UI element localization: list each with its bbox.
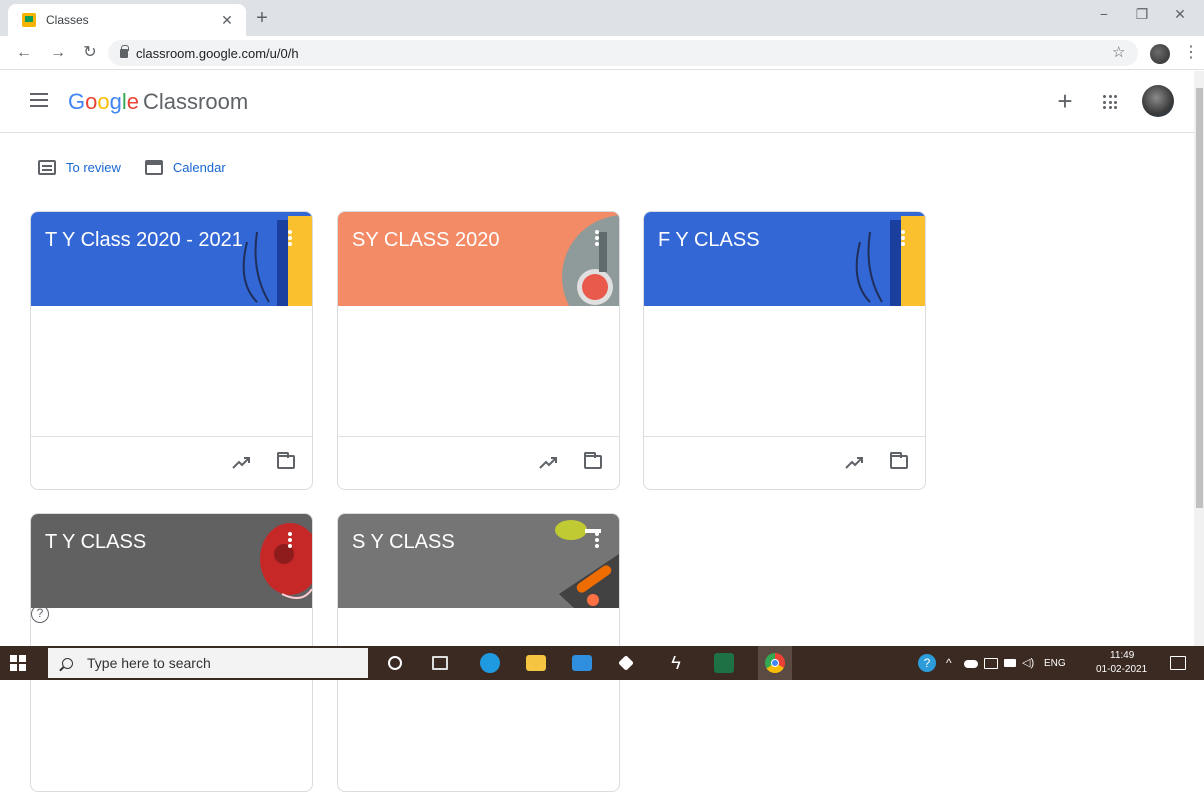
mail-icon[interactable] <box>572 655 592 671</box>
google-classroom-logo[interactable]: Google Classroom <box>68 88 248 116</box>
browser-tab[interactable]: Classes ✕ <box>8 4 246 36</box>
close-tab-icon[interactable]: ✕ <box>218 12 236 29</box>
clock-date[interactable]: 01-02-2021 <box>1096 664 1147 675</box>
class-options-icon[interactable] <box>288 532 292 548</box>
restore-window-button[interactable]: ❐ <box>1130 6 1154 23</box>
to-review-label: To review <box>66 160 121 175</box>
edge-browser-icon[interactable] <box>480 653 500 673</box>
class-card-header[interactable]: SY CLASS 2020 <box>338 212 619 306</box>
dropbox-icon[interactable] <box>618 655 634 671</box>
windows-start-icon[interactable] <box>10 655 26 671</box>
browser-toolbar: ← → ↻ classroom.google.com/u/0/h ☆ ⋮ <box>0 36 1204 70</box>
taskbar-search-placeholder: Type here to search <box>87 655 211 671</box>
logo-letter: G <box>68 89 86 114</box>
calendar-icon <box>144 160 163 175</box>
app-header: Google Classroom + <box>0 71 1204 133</box>
trending-up-icon[interactable] <box>844 453 864 473</box>
onedrive-cloud-icon[interactable] <box>964 660 978 668</box>
address-bar[interactable]: classroom.google.com/u/0/h <box>108 40 1138 66</box>
class-name[interactable]: SY CLASS 2020 <box>352 229 500 252</box>
account-avatar[interactable] <box>1142 85 1174 117</box>
class-card-footer <box>338 436 619 489</box>
main-menu-icon[interactable] <box>30 93 48 107</box>
folder-icon[interactable] <box>890 452 908 469</box>
help-icon[interactable]: ? <box>31 605 49 623</box>
network-icon[interactable] <box>984 658 998 669</box>
class-card-header[interactable]: T Y Class 2020 - 2021 <box>31 212 312 306</box>
browser-menu-icon[interactable]: ⋮ <box>1183 44 1199 62</box>
logo-letter: e <box>126 89 140 114</box>
new-tab-button[interactable]: + <box>252 8 272 28</box>
class-card[interactable]: SY CLASS 2020 <box>337 211 620 490</box>
task-view-icon[interactable] <box>432 656 448 670</box>
class-card[interactable]: T Y Class 2020 - 2021 <box>30 211 313 490</box>
product-name: Classroom <box>143 89 249 114</box>
volume-icon[interactable]: ◁) <box>1022 656 1034 669</box>
forward-arrow-icon[interactable]: → <box>48 43 68 63</box>
class-options-icon[interactable] <box>595 532 599 548</box>
lock-icon <box>120 44 129 58</box>
class-name[interactable]: S Y CLASS <box>352 531 455 554</box>
clock-time[interactable]: 11:49 <box>1110 650 1134 661</box>
trending-up-icon[interactable] <box>538 453 558 473</box>
battery-icon[interactable] <box>1004 659 1016 667</box>
calendar-label: Calendar <box>172 160 226 175</box>
headphones-book-illustration <box>855 216 925 306</box>
logo-letter: o <box>97 89 110 114</box>
class-card-footer <box>31 436 312 489</box>
excel-icon[interactable] <box>714 653 734 673</box>
record-player-illustration <box>562 215 619 306</box>
class-card-header[interactable]: S Y CLASS <box>338 514 619 608</box>
create-join-class-button[interactable]: + <box>1052 87 1078 115</box>
logo-letter: g <box>109 89 122 114</box>
help-tray-icon[interactable]: ? <box>918 654 936 672</box>
tab-title: Classes <box>46 13 89 27</box>
minimize-window-button[interactable]: − <box>1092 6 1116 22</box>
headphones-book-illustration <box>242 216 312 306</box>
reload-icon[interactable]: ↻ <box>80 43 100 63</box>
ping-pong-illustration <box>555 520 619 608</box>
bookmark-star-icon[interactable]: ☆ <box>1112 43 1125 61</box>
scrollbar-thumb[interactable] <box>1196 88 1203 508</box>
chrome-taskbar-slot[interactable] <box>758 646 792 680</box>
logo-letter: o <box>85 89 98 114</box>
trending-up-icon[interactable] <box>231 453 251 473</box>
class-card-footer <box>644 436 925 489</box>
address-url: classroom.google.com/u/0/h <box>136 45 299 61</box>
class-options-icon[interactable] <box>901 230 905 246</box>
language-indicator[interactable]: ENG <box>1044 658 1066 669</box>
cortana-icon[interactable] <box>388 656 402 670</box>
app-bolt-icon[interactable]: ϟ <box>666 653 686 673</box>
class-card[interactable]: F Y CLASS <box>643 211 926 490</box>
back-arrow-icon[interactable]: ← <box>14 43 34 63</box>
browser-profile-avatar[interactable] <box>1150 44 1170 64</box>
telephone-illustration <box>260 523 312 599</box>
quick-links: To review Calendar <box>38 160 250 175</box>
close-window-button[interactable]: ✕ <box>1168 6 1192 23</box>
file-explorer-icon[interactable] <box>526 655 546 671</box>
windows-taskbar: Type here to search ϟ ? ^ ◁) ENG 11:49 0… <box>0 646 1204 680</box>
browser-tabstrip: Classes ✕ + − ❐ ✕ <box>0 0 1204 36</box>
class-options-icon[interactable] <box>595 230 599 246</box>
calendar-link[interactable]: Calendar <box>144 160 226 175</box>
class-options-icon[interactable] <box>288 230 292 246</box>
notifications-icon[interactable] <box>1170 656 1186 670</box>
class-name[interactable]: T Y Class 2020 - 2021 <box>45 229 243 252</box>
class-card-header[interactable]: F Y CLASS <box>644 212 925 306</box>
class-name[interactable]: F Y CLASS <box>658 229 760 252</box>
to-review-link[interactable]: To review <box>38 160 121 175</box>
review-icon <box>38 160 56 175</box>
folder-icon[interactable] <box>584 452 602 469</box>
search-icon <box>62 657 73 669</box>
show-hidden-icons-chevron-icon[interactable]: ^ <box>946 656 952 670</box>
chrome-icon-center <box>771 659 779 667</box>
class-card-header[interactable]: T Y CLASS <box>31 514 312 608</box>
classroom-favicon-icon <box>22 13 36 27</box>
class-name[interactable]: T Y CLASS <box>45 531 146 554</box>
google-apps-icon[interactable] <box>1103 95 1117 109</box>
folder-icon[interactable] <box>277 452 295 469</box>
taskbar-search-box[interactable]: Type here to search <box>48 648 368 678</box>
